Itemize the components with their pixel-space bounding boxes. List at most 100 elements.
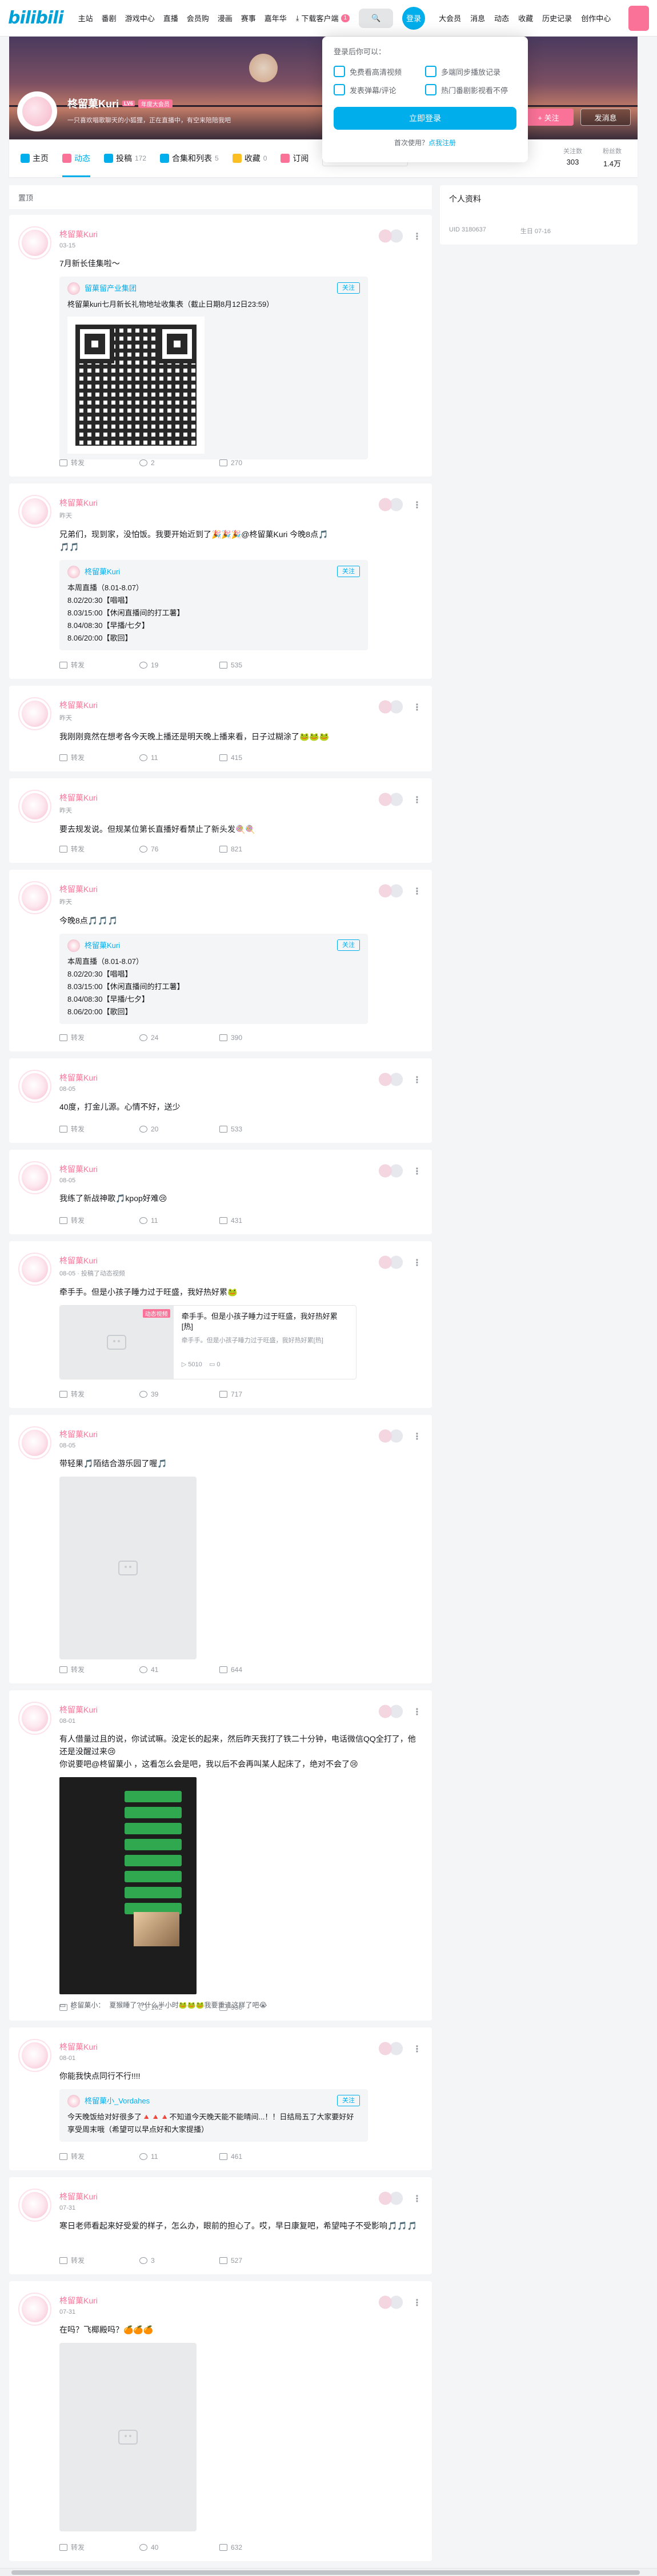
share-button[interactable]: 转发	[59, 1033, 105, 1042]
embed-author[interactable]: 留菓留产业集团	[85, 282, 137, 295]
tab-favorites[interactable]: 收藏 0	[232, 139, 267, 177]
like-button[interactable]: 936	[219, 2003, 265, 2011]
like-button[interactable]: 632	[219, 2542, 265, 2552]
more-icon[interactable]: ⋮	[412, 1257, 422, 1269]
share-button[interactable]: 5	[59, 2003, 105, 2011]
nav-history[interactable]: 历史记录	[542, 13, 572, 23]
share-button[interactable]: 转发	[59, 2255, 105, 2265]
stat-followers[interactable]: 粉丝数 1.4万	[603, 146, 622, 169]
author-name[interactable]: 柊留菓Kuri	[59, 2191, 420, 2202]
share-button[interactable]: 转发	[59, 2151, 105, 2161]
more-icon[interactable]: ⋮	[412, 2043, 422, 2055]
tab-uploads[interactable]: 投稿 172	[104, 139, 146, 177]
author-avatar[interactable]	[18, 2039, 51, 2072]
qr-code-image[interactable]	[67, 317, 205, 454]
share-button[interactable]: 转发	[59, 458, 105, 467]
like-button[interactable]: 431	[219, 1215, 265, 1225]
like-button[interactable]: 717	[219, 1389, 265, 1399]
more-icon[interactable]: ⋮	[412, 499, 422, 511]
share-button[interactable]: 转发	[59, 753, 105, 762]
author-avatar[interactable]	[18, 697, 51, 730]
stat-following[interactable]: 关注数 303	[563, 146, 582, 169]
message-button[interactable]: 发消息	[580, 109, 631, 126]
nav-link-anime[interactable]: 番剧	[102, 13, 117, 23]
comment-button[interactable]: 3	[139, 2255, 185, 2265]
nav-favorites[interactable]: 收藏	[518, 13, 533, 23]
share-button[interactable]: 转发	[59, 844, 105, 854]
like-button[interactable]: 390	[219, 1033, 265, 1042]
login-avatar-button[interactable]: 登录	[402, 6, 426, 30]
like-button[interactable]: 533	[219, 1124, 265, 1134]
author-name[interactable]: 柊留菓Kuri	[59, 1072, 420, 1083]
comment-button[interactable]: 2	[139, 458, 185, 467]
author-name[interactable]: 柊留菓Kuri	[59, 2295, 420, 2306]
like-button[interactable]: 415	[219, 753, 265, 762]
embed-follow-button[interactable]: 关注	[337, 566, 360, 577]
author-name[interactable]: 柊留菓Kuri	[59, 883, 420, 895]
more-options-icon[interactable]: ⋮	[635, 110, 638, 122]
tab-collections[interactable]: 合集和列表 5	[160, 139, 219, 177]
like-button[interactable]: 461	[219, 2151, 265, 2161]
embed-follow-button[interactable]: 关注	[337, 939, 360, 951]
share-button[interactable]: 转发	[59, 660, 105, 670]
more-icon[interactable]: ⋮	[412, 1166, 422, 1177]
nav-creator-center[interactable]: 创作中心	[581, 13, 611, 23]
more-icon[interactable]: ⋮	[412, 1706, 422, 1718]
comment-button[interactable]: 41	[139, 1665, 185, 1674]
share-button[interactable]: 转发	[59, 1215, 105, 1225]
comment-button[interactable]: 76	[139, 844, 185, 854]
scrollbar-thumb[interactable]	[11, 2570, 640, 2575]
bilibili-logo[interactable]: bilibili	[8, 8, 64, 28]
register-link[interactable]: 点我注册	[428, 139, 456, 147]
like-button[interactable]: 270	[219, 458, 265, 467]
upload-button[interactable]	[628, 6, 649, 31]
comment-button[interactable]: 11	[139, 753, 185, 762]
author-avatar[interactable]	[18, 226, 51, 259]
more-icon[interactable]: ⋮	[412, 886, 422, 897]
like-button[interactable]: 535	[219, 660, 265, 670]
tab-subscriptions[interactable]: 订阅	[281, 139, 309, 177]
tab-home[interactable]: 主页	[21, 139, 49, 177]
more-icon[interactable]: ⋮	[412, 794, 422, 806]
comment-button[interactable]: 39	[139, 1389, 185, 1399]
post-image[interactable]	[59, 2343, 197, 2531]
author-avatar[interactable]	[18, 1702, 51, 1735]
search-button[interactable]: 🔍	[359, 8, 394, 28]
share-button[interactable]: 转发	[59, 1665, 105, 1674]
share-button[interactable]: 转发	[59, 1389, 105, 1399]
author-avatar[interactable]	[18, 790, 51, 823]
author-name[interactable]: 柊留菓Kuri	[59, 2041, 420, 2053]
nav-messages[interactable]: 消息	[470, 13, 485, 23]
profile-avatar[interactable]	[17, 91, 57, 131]
chat-screenshot-image[interactable]	[59, 1777, 197, 1994]
horizontal-scrollbar[interactable]	[0, 2568, 657, 2576]
author-avatar[interactable]	[18, 1070, 51, 1103]
author-name[interactable]: 柊留菓Kuri	[59, 1704, 420, 1715]
share-button[interactable]: 转发	[59, 2542, 105, 2552]
more-icon[interactable]: ⋮	[412, 2297, 422, 2309]
author-name[interactable]: 柊留菓Kuri	[59, 699, 420, 711]
video-title[interactable]: 牵手手。但是小孩子睡力过于旺盛，我好热好累[热]	[182, 1311, 348, 1332]
more-icon[interactable]: ⋮	[412, 1431, 422, 1442]
author-avatar[interactable]	[18, 495, 51, 528]
tab-dynamics[interactable]: 动态	[62, 139, 90, 177]
more-icon[interactable]: ⋮	[412, 2193, 422, 2205]
nav-link-main[interactable]: 主站	[78, 13, 93, 23]
comment-button[interactable]: 20	[139, 1124, 185, 1134]
author-avatar[interactable]	[18, 2293, 51, 2326]
author-avatar[interactable]	[18, 2189, 51, 2222]
like-button[interactable]: 644	[219, 1665, 265, 1674]
author-name[interactable]: 柊留菓Kuri	[59, 792, 420, 803]
author-name[interactable]: 柊留菓Kuri	[59, 1429, 420, 1440]
author-name[interactable]: 柊留菓Kuri	[59, 229, 420, 240]
like-button[interactable]: 821	[219, 844, 265, 854]
video-thumbnail[interactable]: 动态视频	[60, 1306, 174, 1379]
post-image[interactable]	[59, 1477, 197, 1659]
embed-author[interactable]: 柊留菓小_Vordahes	[85, 2095, 150, 2107]
follow-button[interactable]: + 关注	[523, 109, 574, 126]
nav-link-manga[interactable]: 漫画	[218, 13, 233, 23]
forwarded-post[interactable]: 柊留菓Kuri 关注 本周直播（8.01-8.07） 8.02/20:30【唱唱…	[59, 934, 368, 1024]
nav-link-esports[interactable]: 赛事	[241, 13, 256, 23]
more-icon[interactable]: ⋮	[412, 231, 422, 242]
comment-button[interactable]: 11	[139, 1215, 185, 1225]
